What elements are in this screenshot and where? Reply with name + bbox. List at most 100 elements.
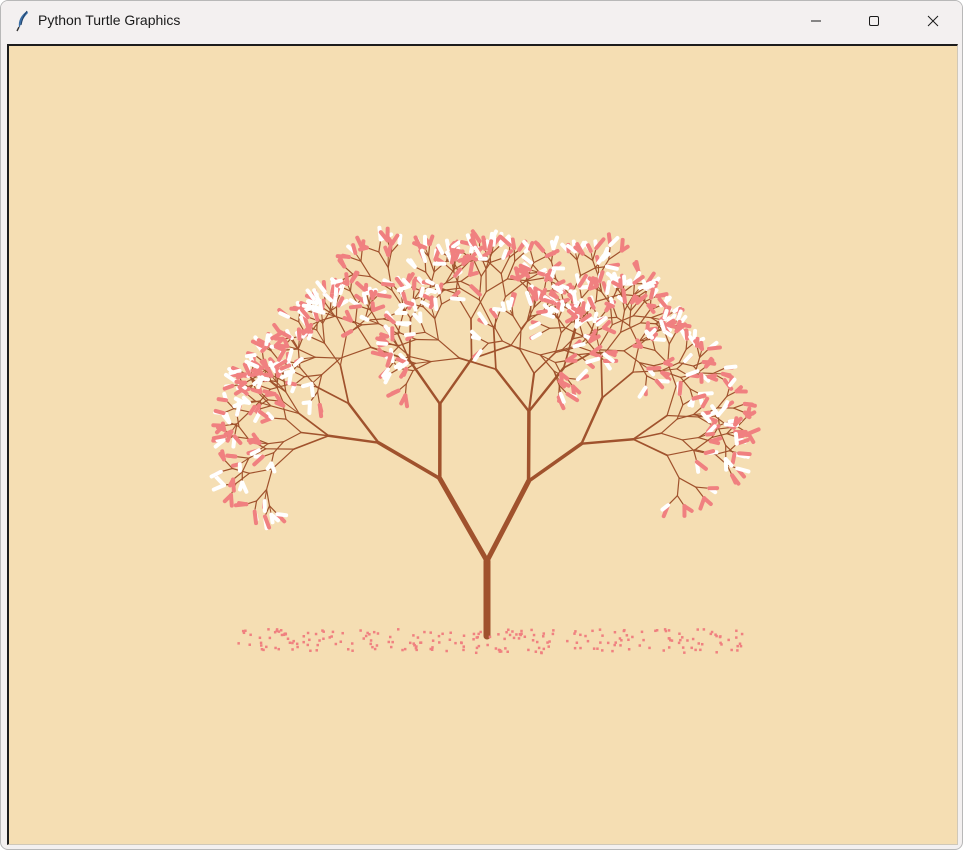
blossom xyxy=(500,301,506,312)
blossom xyxy=(704,431,716,437)
petal xyxy=(541,635,545,638)
petal xyxy=(429,631,432,634)
petal xyxy=(302,640,305,644)
maximize-icon xyxy=(869,16,879,26)
blossom xyxy=(383,245,391,257)
petal xyxy=(740,632,744,636)
blossom xyxy=(683,353,693,364)
blossom xyxy=(544,248,560,258)
branch xyxy=(285,418,302,434)
blossom xyxy=(684,328,690,341)
branch xyxy=(489,257,504,263)
branch xyxy=(445,269,455,284)
branch xyxy=(408,359,442,406)
blossom xyxy=(593,277,600,288)
branch xyxy=(601,371,634,399)
blossom xyxy=(231,477,236,493)
branch xyxy=(282,431,302,443)
petal xyxy=(506,650,509,654)
petal xyxy=(488,635,492,639)
branch xyxy=(323,342,342,367)
blossom xyxy=(619,237,625,253)
petal xyxy=(306,631,310,635)
blossom xyxy=(706,345,722,351)
petal xyxy=(448,638,452,641)
petal xyxy=(267,628,270,631)
petal xyxy=(613,630,617,634)
petal xyxy=(503,637,506,641)
petal xyxy=(273,630,277,634)
petal xyxy=(598,628,602,631)
petal xyxy=(547,645,550,648)
petal xyxy=(573,632,576,635)
blossom xyxy=(487,239,494,253)
blossom xyxy=(558,391,566,404)
branch xyxy=(666,385,677,417)
petal xyxy=(727,638,730,642)
blossom xyxy=(276,348,287,362)
petal xyxy=(494,647,498,650)
branch xyxy=(666,449,696,456)
close-button[interactable] xyxy=(904,1,962,41)
blossom xyxy=(700,396,710,409)
blossom xyxy=(491,235,497,247)
branch xyxy=(339,334,348,367)
blossom xyxy=(604,301,615,309)
petal xyxy=(249,633,252,637)
blossom xyxy=(517,271,528,280)
petal xyxy=(622,629,626,633)
minimize-button[interactable] xyxy=(787,1,845,41)
petal xyxy=(445,649,448,653)
petal xyxy=(719,641,722,645)
branch xyxy=(265,468,273,491)
blossom xyxy=(528,321,541,330)
petal xyxy=(341,631,344,635)
turtle-canvas[interactable] xyxy=(9,46,957,844)
petal xyxy=(537,646,541,650)
petal xyxy=(419,641,422,644)
petal xyxy=(655,628,659,632)
petal xyxy=(477,644,481,648)
blossom xyxy=(691,393,707,401)
blossom xyxy=(252,509,259,526)
close-icon xyxy=(927,15,939,27)
branch xyxy=(533,351,557,375)
branch xyxy=(576,259,582,277)
blossom xyxy=(449,296,466,302)
petal xyxy=(664,629,668,633)
blossom xyxy=(533,286,539,302)
petal xyxy=(531,639,535,642)
blossom xyxy=(370,350,387,358)
petal xyxy=(738,642,742,646)
petal xyxy=(599,641,602,644)
petal xyxy=(739,644,743,648)
petal xyxy=(596,647,599,650)
maximize-button[interactable] xyxy=(845,1,903,41)
petal xyxy=(694,648,697,652)
petal xyxy=(346,648,350,651)
petal xyxy=(431,639,435,642)
petal xyxy=(532,633,536,637)
blossom xyxy=(351,243,358,255)
branch xyxy=(424,331,439,341)
petal xyxy=(296,645,299,649)
blossom xyxy=(358,245,369,252)
title-bar[interactable]: Python Turtle Graphics xyxy=(1,1,962,41)
blossom xyxy=(229,493,234,508)
petal xyxy=(322,637,325,641)
branch xyxy=(487,261,502,275)
branch xyxy=(500,273,507,298)
petal xyxy=(697,642,700,645)
branch xyxy=(660,432,683,441)
blossom xyxy=(211,434,228,441)
petal xyxy=(642,638,645,642)
branch xyxy=(660,418,678,434)
petal xyxy=(730,648,733,652)
blossom xyxy=(720,371,732,378)
petal xyxy=(388,635,392,639)
blossom xyxy=(425,288,438,294)
petal xyxy=(696,628,699,631)
petal xyxy=(584,634,587,638)
blossom xyxy=(252,369,264,375)
petal xyxy=(648,646,651,650)
